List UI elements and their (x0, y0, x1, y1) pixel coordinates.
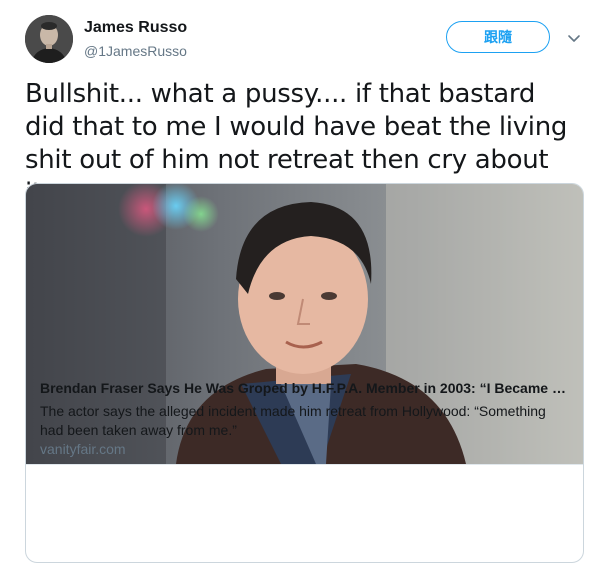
card-body[interactable] (26, 464, 583, 562)
chevron-down-icon[interactable] (566, 30, 582, 46)
user-handle[interactable]: @1JamesRusso (84, 43, 187, 59)
display-name[interactable]: James Russo (84, 19, 187, 37)
avatar[interactable] (25, 15, 73, 63)
follow-button[interactable]: 跟隨 (446, 21, 550, 53)
card-domain[interactable]: vanityfair.com (40, 441, 126, 457)
link-card[interactable]: Brendan Fraser Says He Was Groped by H.F… (25, 183, 584, 563)
card-description[interactable]: The actor says the alleged incident made… (40, 402, 570, 440)
card-title[interactable]: Brendan Fraser Says He Was Groped by H.F… (40, 380, 570, 396)
